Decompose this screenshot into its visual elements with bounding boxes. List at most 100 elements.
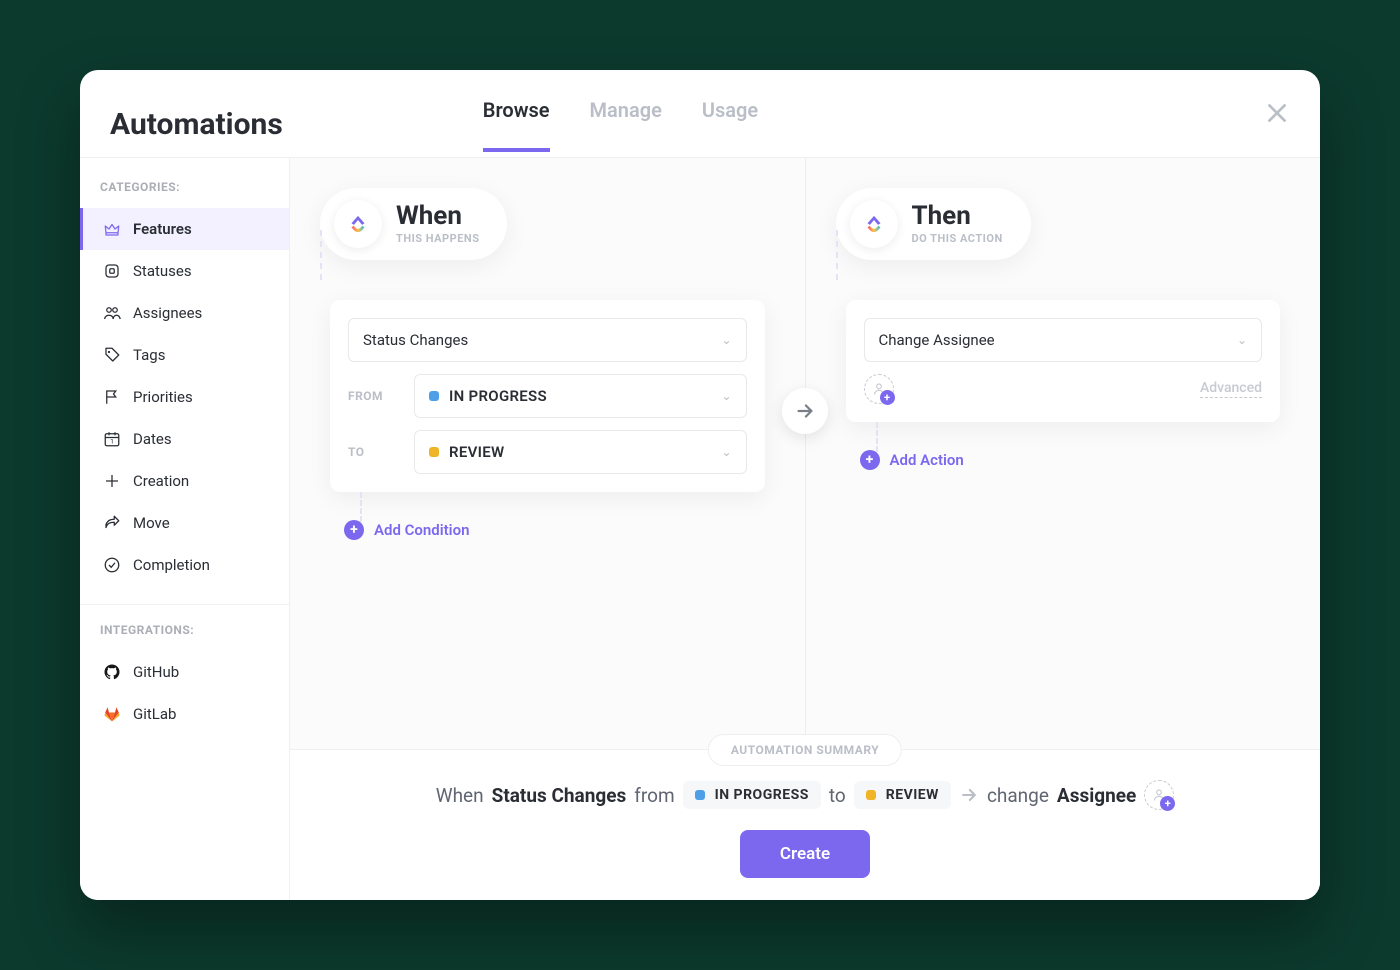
summary-change-word: change	[987, 784, 1049, 807]
status-color-dot	[429, 391, 439, 401]
arrow-right-icon	[959, 785, 979, 805]
connector-line	[360, 492, 362, 522]
people-icon	[103, 304, 121, 322]
sidebar-item-statuses[interactable]: Statuses	[80, 250, 289, 292]
modal-body: CATEGORIES: Features Statuses Assignees …	[80, 158, 1320, 900]
when-card: Status Changes ⌄ FROM IN PROGRESS ⌄ TO	[330, 300, 765, 492]
add-condition-label: Add Condition	[374, 521, 469, 539]
summary-assignee-button[interactable]: +	[1144, 780, 1174, 810]
sidebar-item-label: Statuses	[133, 262, 192, 280]
from-status-select[interactable]: IN PROGRESS ⌄	[414, 374, 747, 418]
when-column: When THIS HAPPENS Status Changes ⌄ FROM	[290, 158, 805, 749]
sidebar-item-tags[interactable]: Tags	[80, 334, 289, 376]
to-status-select[interactable]: REVIEW ⌄	[414, 430, 747, 474]
flag-icon	[103, 388, 121, 406]
create-button[interactable]: Create	[740, 830, 870, 878]
sidebar-item-dates[interactable]: Dates	[80, 418, 289, 460]
github-icon	[103, 663, 121, 681]
categories-label: CATEGORIES:	[80, 180, 289, 208]
tab-browse[interactable]: Browse	[483, 98, 550, 152]
chevron-down-icon: ⌄	[1237, 333, 1247, 347]
sidebar-item-move[interactable]: Move	[80, 502, 289, 544]
gitlab-icon	[103, 705, 121, 723]
then-subtitle: DO THIS ACTION	[912, 232, 1003, 245]
modal-header: Automations Browse Manage Usage	[80, 70, 1320, 158]
sidebar-item-label: Move	[133, 514, 170, 532]
chevron-down-icon: ⌄	[721, 445, 731, 459]
when-subtitle: THIS HAPPENS	[396, 232, 479, 245]
check-circle-icon	[103, 556, 121, 574]
share-arrow-icon	[103, 514, 121, 532]
close-button[interactable]	[1264, 100, 1290, 126]
sidebar-item-label: GitLab	[133, 705, 176, 723]
flow-arrow-icon	[782, 388, 828, 434]
trigger-select[interactable]: Status Changes ⌄	[348, 318, 747, 362]
canvas: When THIS HAPPENS Status Changes ⌄ FROM	[290, 158, 1320, 900]
action-value: Change Assignee	[879, 331, 995, 349]
sidebar-item-features[interactable]: Features	[80, 208, 289, 250]
from-label: FROM	[348, 389, 398, 403]
sidebar-divider	[80, 604, 289, 605]
connector-line	[836, 230, 838, 280]
status-color-dot	[695, 790, 705, 800]
tab-usage[interactable]: Usage	[702, 98, 758, 152]
sidebar-item-gitlab[interactable]: GitLab	[80, 693, 289, 735]
to-label: TO	[348, 445, 398, 459]
sidebar-item-label: Features	[133, 220, 192, 238]
add-assignee-button[interactable]: +	[864, 374, 894, 404]
summary-assignee: Assignee	[1057, 784, 1136, 807]
add-action-label: Add Action	[890, 451, 964, 469]
advanced-link[interactable]: Advanced	[1200, 380, 1262, 398]
sidebar-item-label: Dates	[133, 430, 172, 448]
from-status-value: IN PROGRESS	[449, 387, 547, 405]
status-color-dot	[429, 447, 439, 457]
then-title: Then	[912, 203, 1003, 229]
sidebar-item-label: GitHub	[133, 663, 179, 681]
sidebar-item-label: Completion	[133, 556, 210, 574]
when-title: When	[396, 203, 479, 229]
to-status-value: REVIEW	[449, 443, 504, 461]
then-card: Change Assignee ⌄ + Advanced	[846, 300, 1281, 422]
then-column: Then DO THIS ACTION Change Assignee ⌄	[806, 158, 1321, 749]
modal-title: Automations	[110, 107, 283, 142]
add-action-button[interactable]: + Add Action	[860, 450, 1281, 470]
summary-chip: AUTOMATION SUMMARY	[708, 734, 902, 766]
plus-badge-icon: +	[1160, 796, 1175, 811]
clickup-logo-icon	[850, 200, 898, 248]
sidebar-item-github[interactable]: GitHub	[80, 651, 289, 693]
chevron-down-icon: ⌄	[721, 389, 731, 403]
then-header: Then DO THIS ACTION	[836, 188, 1031, 260]
sidebar-item-label: Priorities	[133, 388, 193, 406]
add-condition-button[interactable]: + Add Condition	[344, 520, 765, 540]
action-select[interactable]: Change Assignee ⌄	[864, 318, 1263, 362]
sidebar-item-priorities[interactable]: Priorities	[80, 376, 289, 418]
summary-section: AUTOMATION SUMMARY When Status Changes f…	[290, 749, 1320, 900]
summary-from-word: from	[634, 784, 674, 807]
to-row: TO REVIEW ⌄	[348, 430, 747, 474]
assignee-row: + Advanced	[864, 374, 1263, 404]
plus-circle-icon: +	[344, 520, 364, 540]
summary-to-pill: REVIEW	[854, 781, 951, 809]
sidebar-item-label: Assignees	[133, 304, 202, 322]
plus-circle-icon: +	[860, 450, 880, 470]
plus-badge-icon: +	[880, 390, 895, 405]
summary-from-pill: IN PROGRESS	[683, 781, 821, 809]
square-icon	[103, 262, 121, 280]
sidebar-item-creation[interactable]: Creation	[80, 460, 289, 502]
automations-modal: Automations Browse Manage Usage CATEGORI…	[80, 70, 1320, 900]
chevron-down-icon: ⌄	[721, 333, 731, 347]
header-tabs: Browse Manage Usage	[483, 98, 758, 152]
sidebar-item-assignees[interactable]: Assignees	[80, 292, 289, 334]
sidebar-item-label: Creation	[133, 472, 189, 490]
when-header: When THIS HAPPENS	[320, 188, 507, 260]
sidebar-item-label: Tags	[133, 346, 165, 364]
builder: When THIS HAPPENS Status Changes ⌄ FROM	[290, 158, 1320, 749]
integrations-label: INTEGRATIONS:	[80, 623, 289, 651]
tab-manage[interactable]: Manage	[590, 98, 662, 152]
from-row: FROM IN PROGRESS ⌄	[348, 374, 747, 418]
summary-when-word: When	[436, 784, 484, 807]
summary-trigger: Status Changes	[492, 784, 627, 807]
sidebar-item-completion[interactable]: Completion	[80, 544, 289, 586]
crown-icon	[103, 220, 121, 238]
clickup-logo-icon	[334, 200, 382, 248]
